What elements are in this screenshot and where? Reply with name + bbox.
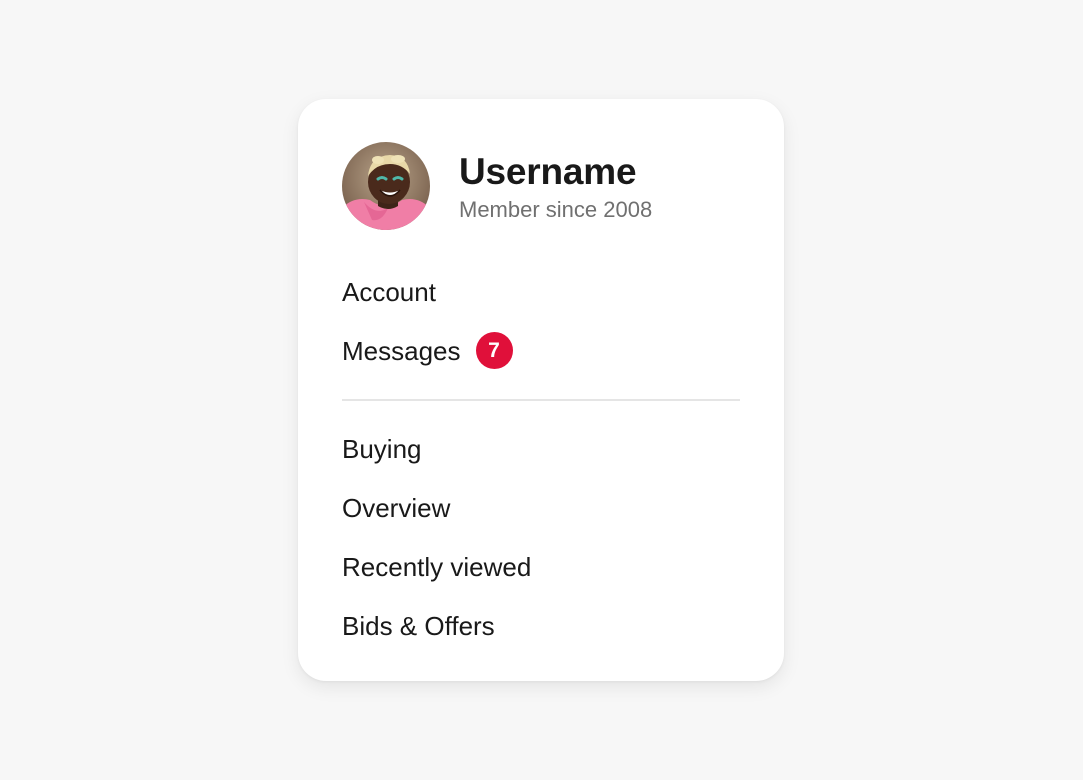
username: Username <box>459 151 637 192</box>
account-menu-card: Username Member since 2008 Account Messa… <box>298 99 784 681</box>
menu-item-label: Recently viewed <box>342 551 532 582</box>
menu-item-label: Buying <box>342 433 422 464</box>
menu-item-label: Account <box>342 276 436 307</box>
menu-item-recently-viewed[interactable]: Recently viewed <box>342 537 740 596</box>
menu-item-bids-offers[interactable]: Bids & Offers <box>342 596 740 655</box>
menu-item-label: Bids & Offers <box>342 610 495 641</box>
secondary-menu: Buying Overview Recently viewed Bids & O… <box>342 419 740 655</box>
profile-text: Username Member since 2008 <box>459 148 652 224</box>
menu-item-buying[interactable]: Buying <box>342 419 740 478</box>
menu-item-overview[interactable]: Overview <box>342 478 740 537</box>
avatar[interactable] <box>342 142 430 230</box>
menu-item-account[interactable]: Account <box>342 262 740 321</box>
messages-count-badge: 7 <box>475 332 513 369</box>
menu-divider <box>342 399 740 401</box>
member-since: Member since 2008 <box>459 197 653 222</box>
primary-menu: Account Messages 7 <box>342 262 740 380</box>
profile-header: Username Member since 2008 <box>342 142 740 230</box>
menu-item-messages[interactable]: Messages 7 <box>342 321 740 380</box>
menu-item-label: Messages <box>342 335 461 366</box>
menu-item-label: Overview <box>342 492 451 523</box>
avatar-photo <box>342 142 430 230</box>
